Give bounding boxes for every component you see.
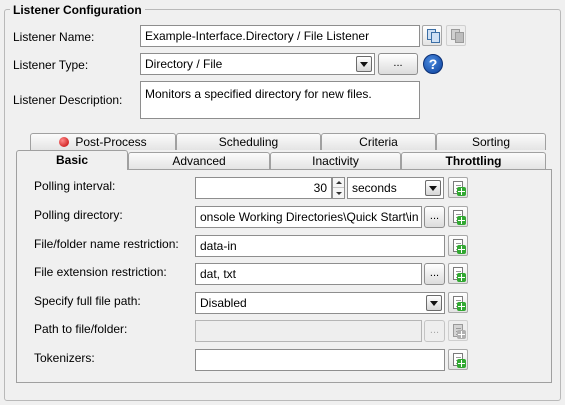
tokenizers-label: Tokenizers: — [34, 351, 95, 365]
tab-sorting[interactable]: Sorting — [436, 133, 546, 150]
tokenizers-input[interactable] — [195, 349, 445, 371]
tab-inactivity[interactable]: Inactivity — [270, 152, 401, 169]
add-token-icon — [457, 216, 466, 225]
polling-directory-add-token-button[interactable] — [448, 206, 468, 227]
full-path-label: Specify full file path: — [34, 294, 141, 308]
polling-directory-label: Polling directory: — [34, 208, 123, 222]
add-token-icon — [457, 330, 466, 339]
tab-post-process[interactable]: Post-Process — [30, 133, 176, 150]
paste-icon — [450, 28, 466, 44]
extension-restriction-label: File extension restriction: — [34, 265, 167, 279]
polling-interval-add-token-button[interactable] — [448, 177, 468, 198]
add-token-icon — [457, 187, 466, 196]
help-icon[interactable]: ? — [423, 54, 443, 74]
add-token-icon — [457, 359, 466, 368]
group-title: Listener Configuration — [10, 3, 145, 17]
spin-up-icon[interactable] — [333, 178, 344, 188]
tab-criteria[interactable]: Criteria — [321, 133, 436, 150]
polling-unit-select[interactable]: seconds — [347, 177, 444, 199]
path-label: Path to file/folder: — [34, 322, 128, 336]
chevron-down-icon[interactable] — [425, 180, 441, 196]
tab-scheduling[interactable]: Scheduling — [176, 133, 321, 150]
polling-interval-label: Polling interval: — [34, 179, 116, 193]
polling-directory-browse-button[interactable]: ... — [424, 206, 445, 228]
path-add-token-button[interactable] — [448, 320, 468, 341]
tab-basic[interactable]: Basic — [16, 150, 128, 170]
listener-type-value: Directory / File — [145, 57, 223, 71]
error-dot-icon — [59, 137, 70, 147]
chevron-down-icon[interactable] — [356, 56, 372, 72]
polling-unit-value: seconds — [352, 181, 397, 195]
tab-advanced[interactable]: Advanced — [128, 152, 270, 169]
tab-label: Post-Process — [75, 135, 147, 149]
name-restriction-label: File/folder name restriction: — [34, 237, 179, 251]
polling-interval-stepper[interactable] — [332, 177, 345, 199]
chevron-down-icon[interactable] — [426, 295, 442, 311]
paste-button[interactable] — [446, 25, 466, 46]
extension-restriction-add-token-button[interactable] — [448, 263, 468, 284]
tab-throttling[interactable]: Throttling — [401, 152, 546, 169]
add-token-icon — [457, 273, 466, 282]
copy-button[interactable] — [422, 25, 442, 46]
name-restriction-add-token-button[interactable] — [448, 235, 468, 256]
listener-description-label: Listener Description: — [13, 93, 123, 107]
listener-name-label: Listener Name: — [13, 30, 95, 44]
listener-type-browse-button[interactable]: ... — [378, 53, 418, 75]
extension-restriction-input[interactable]: dat, txt — [195, 263, 422, 285]
listener-type-select[interactable]: Directory / File — [140, 53, 375, 75]
extension-restriction-browse-button[interactable]: ... — [424, 263, 445, 285]
listener-name-input[interactable]: Example-Interface.Directory / File Liste… — [140, 25, 420, 47]
spin-down-icon[interactable] — [333, 188, 344, 198]
listener-description-input[interactable]: Monitors a specified directory for new f… — [140, 81, 420, 119]
full-path-value: Disabled — [200, 296, 247, 310]
name-restriction-input[interactable]: data-in — [195, 235, 445, 257]
polling-interval-input[interactable]: 30 — [195, 177, 332, 199]
path-input[interactable] — [195, 320, 422, 342]
copy-icon — [426, 28, 442, 44]
add-token-icon — [457, 302, 466, 311]
tokenizers-add-token-button[interactable] — [448, 349, 468, 370]
polling-directory-input[interactable]: onsole Working Directories\Quick Start\i… — [195, 206, 422, 228]
listener-type-label: Listener Type: — [13, 58, 89, 72]
full-path-select[interactable]: Disabled — [195, 292, 445, 314]
add-token-icon — [457, 245, 466, 254]
path-browse-button[interactable]: ... — [424, 320, 445, 342]
full-path-add-token-button[interactable] — [448, 292, 468, 313]
